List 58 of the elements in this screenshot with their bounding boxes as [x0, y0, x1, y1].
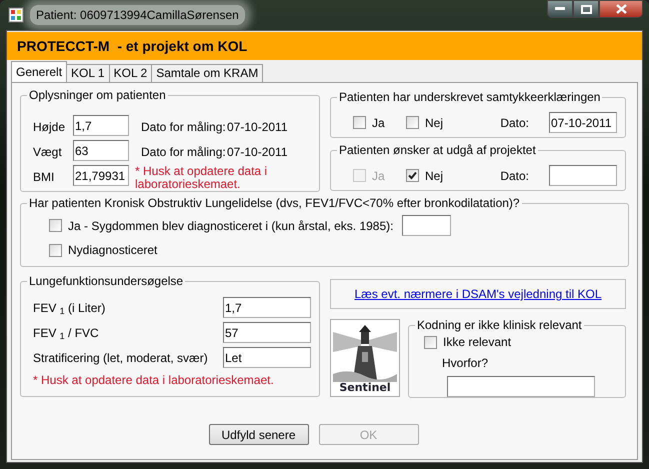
checkbox[interactable] — [406, 116, 419, 129]
tab[interactable]: Generelt — [11, 61, 68, 82]
checkbox[interactable] — [49, 244, 62, 256]
group-title: Har patienten Kronisk Obstruktiv Lungelidelse (dvs, FEV1/FVC<70% efter bronkodilatation)? — [28, 197, 521, 209]
window-title: Patient: 0609713994CamillaSørensen — [30, 5, 245, 25]
app-icon — [8, 7, 24, 23]
checkbox-label: Ja — [372, 168, 385, 184]
checkbox-label: Ja — [372, 114, 385, 132]
group-title: Patienten ønsker at udgå af projektet — [338, 144, 537, 156]
input-field[interactable]: 57 — [223, 322, 311, 343]
group-title: Oplysninger om patienten — [28, 89, 167, 101]
reminder-note: * Husk at opdatere data i laboratorieskemaet. — [33, 372, 275, 389]
input-field[interactable] — [447, 376, 595, 397]
checkbox[interactable] — [353, 116, 366, 129]
logo-text: Sentinel — [339, 382, 391, 394]
header-banner: PROTECCT-M - et projekt om KOL — [7, 32, 642, 60]
input-field[interactable]: Let — [223, 347, 311, 368]
field-label: Hvorfor? — [441, 355, 490, 372]
input-field[interactable]: 1,7 — [223, 297, 311, 318]
dialog-button[interactable]: Udfyld senere — [208, 424, 308, 445]
input-field[interactable]: 07-10-2011 — [549, 112, 617, 133]
group-title: Kodning er ikke klinisk relevant — [416, 319, 583, 331]
checkbox-label: Nydiagnosticeret — [68, 242, 158, 259]
checkbox-label: Nej — [425, 168, 444, 184]
checkbox-label: Ikke relevant — [443, 334, 512, 351]
date-value: 07-10-2011 — [227, 144, 288, 161]
input-field[interactable]: 1,7 — [73, 115, 129, 136]
checkbox[interactable] — [424, 336, 437, 348]
checkbox-label: Ja - Sygdommen blev diagnosticeret i (kun årstal, eks. 1985): — [68, 218, 394, 234]
field-label: Højde — [33, 119, 66, 136]
input-field[interactable]: 63 — [73, 140, 129, 161]
field-label: Dato for måling: — [141, 144, 227, 161]
checkbox-label: Nej — [425, 114, 444, 132]
date-value: 07-10-2011 — [227, 119, 288, 136]
maximize-icon — [580, 4, 592, 14]
field-label: Dato: — [500, 114, 529, 132]
maximize-button[interactable] — [573, 0, 599, 18]
minimize-icon — [555, 7, 565, 11]
close-icon — [616, 4, 626, 14]
reminder-note: * Husk at opdatere data i laboratorieskemaet. — [135, 165, 268, 191]
group-title: Patienten har underskrevet samtykkeerklæringen — [338, 91, 602, 103]
input-field[interactable] — [549, 165, 617, 186]
input-field[interactable] — [402, 215, 450, 236]
field-label: Dato for måling: — [141, 119, 227, 136]
field-label: Dato: — [500, 168, 529, 184]
guideline-link[interactable]: Læs evt. nærmere i DSAM's vejledning til KOL — [354, 285, 602, 303]
input-field[interactable]: 21,79931 — [73, 165, 129, 186]
minimize-button[interactable] — [547, 0, 573, 18]
field-label: BMI — [33, 169, 56, 186]
field-label: Vægt — [33, 144, 63, 161]
field-label: Stratificering (let, moderat, svær) — [33, 350, 208, 366]
checkbox[interactable] — [49, 219, 62, 232]
close-button[interactable] — [599, 0, 643, 18]
field-label: FEV $_{1}$ / FVC — [33, 324, 99, 342]
group-title: Lungefunktionsundersøgelse — [28, 275, 184, 287]
field-label: FEV $_{1}$ (i Liter) — [33, 300, 106, 316]
tab[interactable]: Samtale om KRAM — [151, 64, 264, 82]
checkbox[interactable] — [406, 169, 419, 182]
